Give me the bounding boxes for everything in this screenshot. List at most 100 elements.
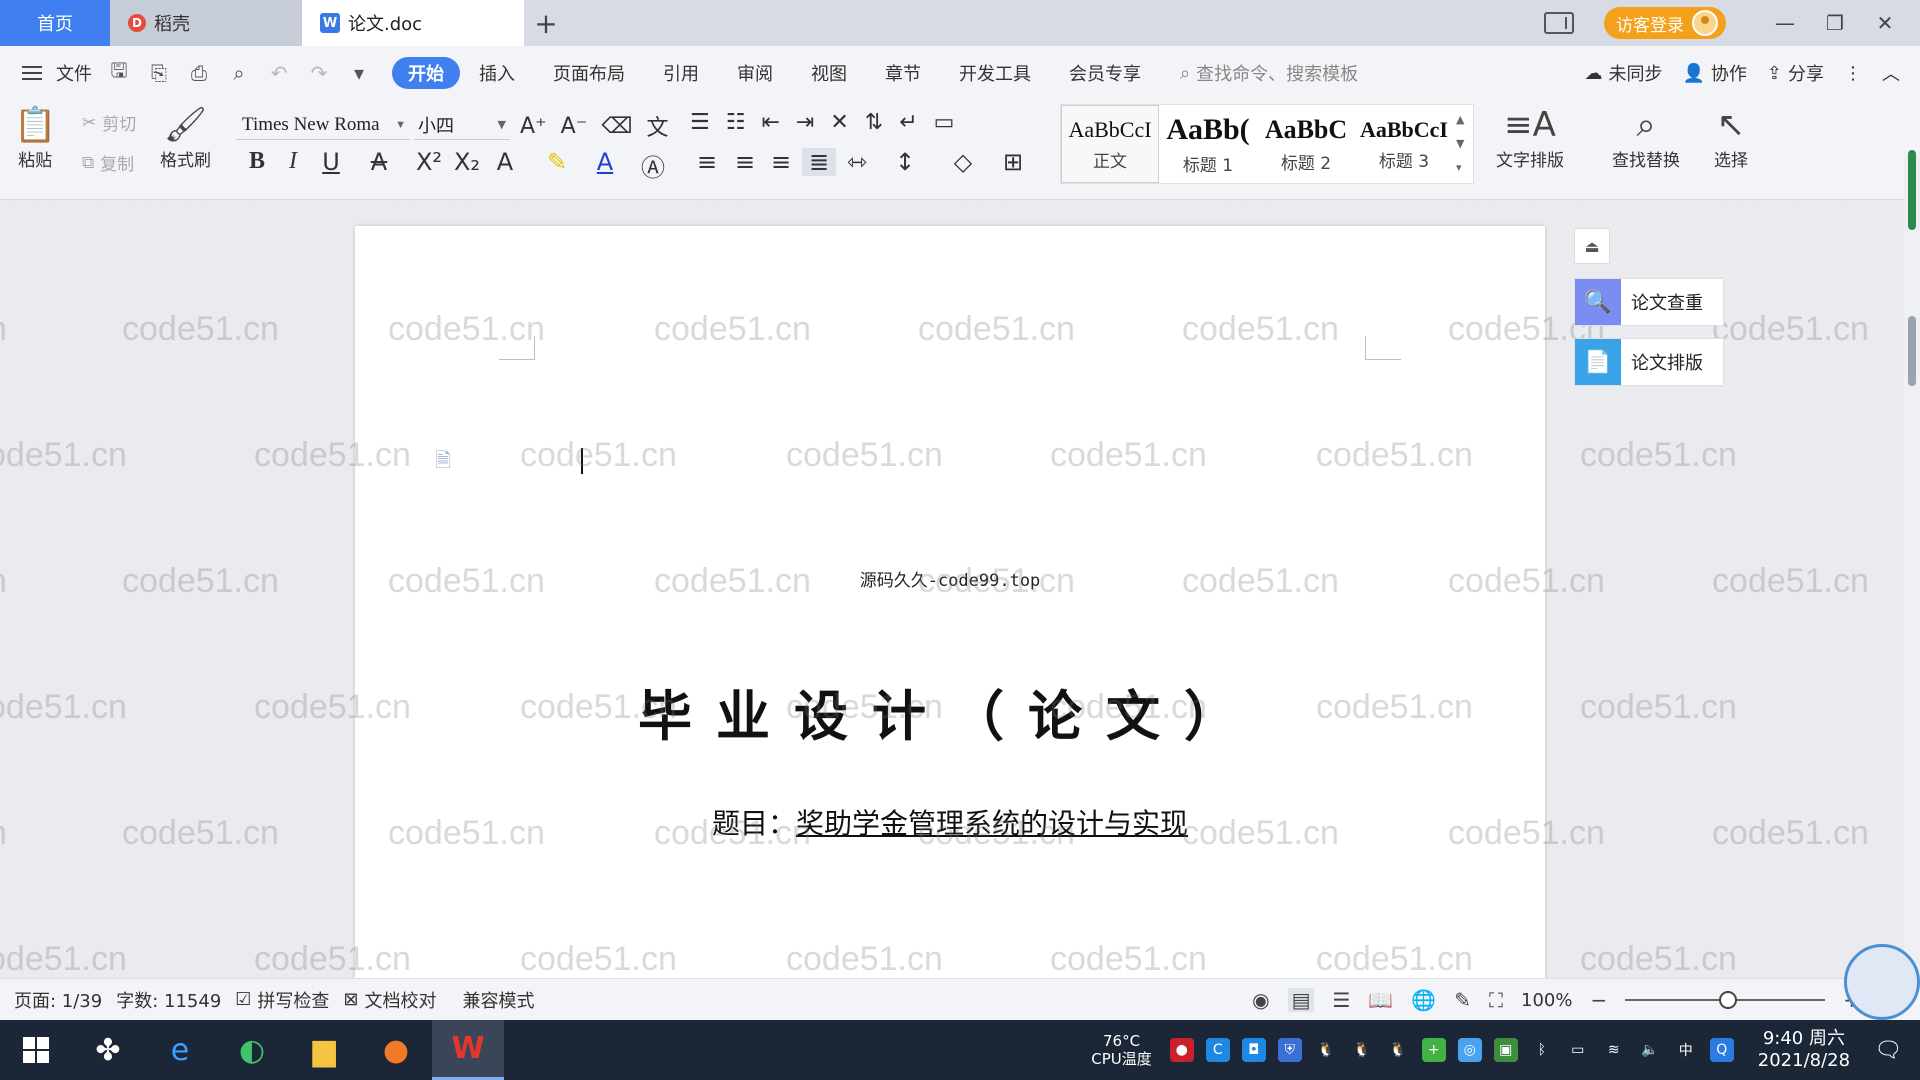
collapse-ribbon-icon[interactable]: ︿ bbox=[1882, 60, 1900, 86]
tab-daoke[interactable]: D 稻壳 bbox=[110, 0, 302, 46]
redo-icon[interactable]: ↷ bbox=[306, 61, 332, 85]
highlight-icon[interactable]: ✎ bbox=[540, 148, 574, 176]
increase-indent-icon[interactable]: ⇥ bbox=[796, 110, 814, 135]
sort-icon[interactable]: ⇅ bbox=[865, 110, 883, 135]
tab-references[interactable]: 引用 bbox=[644, 57, 718, 89]
tray-app-icon[interactable]: ● bbox=[1169, 1038, 1194, 1062]
underline-icon[interactable]: U bbox=[314, 148, 348, 176]
page-indicator[interactable]: 页面: 1/39 bbox=[14, 987, 102, 1013]
superscript-icon[interactable]: X² bbox=[412, 148, 446, 176]
style-heading-3[interactable]: AaBbCcI 标题 3 bbox=[1355, 105, 1453, 183]
grow-font-icon[interactable]: A⁺ bbox=[520, 114, 547, 139]
zoom-out-icon[interactable]: − bbox=[1590, 988, 1607, 1012]
shading-icon[interactable]: ◇ bbox=[946, 148, 980, 176]
print-preview-icon[interactable]: ⌕ bbox=[226, 61, 252, 85]
sync-status-button[interactable]: ☁ 未同步 bbox=[1584, 60, 1662, 86]
char-border-icon[interactable]: Ⓐ bbox=[636, 148, 670, 183]
tab-document[interactable]: W 论文.doc bbox=[302, 0, 524, 46]
window-layout-icon[interactable] bbox=[1544, 12, 1574, 34]
thesis-layout-button[interactable]: 📄 论文排版 bbox=[1574, 338, 1724, 386]
save-icon[interactable]: 🖫 bbox=[106, 56, 132, 90]
qq-icon[interactable]: 🐧 bbox=[1386, 1038, 1410, 1062]
style-heading-1[interactable]: AaBb( 标题 1 bbox=[1159, 105, 1257, 183]
align-right-icon[interactable]: ≡ bbox=[764, 148, 798, 176]
font-name-select[interactable]: Times New Roma ▼ bbox=[236, 110, 410, 140]
outline-view-icon[interactable]: ☰ bbox=[1332, 988, 1350, 1012]
chevron-down-icon[interactable]: ▼ bbox=[1456, 132, 1464, 156]
zoom-slider-knob[interactable] bbox=[1719, 991, 1738, 1009]
battery-icon[interactable]: ▭ bbox=[1566, 1038, 1590, 1062]
collaborate-button[interactable]: 👤 协作 bbox=[1682, 60, 1746, 86]
new-tab-button[interactable]: + bbox=[524, 0, 568, 46]
select-button[interactable]: ↖ 选择 bbox=[1714, 104, 1748, 171]
align-center-icon[interactable]: ≡ bbox=[728, 148, 762, 176]
borders-icon[interactable]: ⊞ bbox=[996, 148, 1030, 176]
zoom-level[interactable]: 100% bbox=[1521, 990, 1572, 1011]
bold-icon[interactable]: B bbox=[240, 148, 274, 175]
cut-button[interactable]: ✂ 剪切 bbox=[82, 110, 136, 136]
paragraph-handle-icon[interactable]: 🗎 bbox=[435, 446, 451, 480]
guest-login-button[interactable]: 访客登录 bbox=[1604, 7, 1726, 39]
format-painter-button[interactable]: 🖌 格式刷 bbox=[160, 104, 211, 171]
tray-app-icon[interactable]: + bbox=[1421, 1038, 1446, 1062]
tab-view[interactable]: 视图 bbox=[792, 57, 866, 89]
close-button[interactable]: ✕ bbox=[1864, 11, 1906, 35]
notification-icon[interactable]: 🗨 bbox=[1874, 1038, 1902, 1063]
style-normal[interactable]: AaBbCcI 正文 bbox=[1061, 105, 1159, 183]
tray-app-icon[interactable]: ◎ bbox=[1457, 1038, 1482, 1062]
taskbar-app-fan[interactable]: ✤ bbox=[72, 1020, 144, 1080]
undo-icon[interactable]: ↶ bbox=[266, 61, 292, 85]
style-heading-2[interactable]: AaBbC 标题 2 bbox=[1257, 105, 1355, 183]
start-button[interactable] bbox=[0, 1020, 72, 1080]
clock[interactable]: 9:40 周六 2021/8/28 bbox=[1758, 1028, 1850, 1072]
copy-button[interactable]: ⧉ 复制 bbox=[82, 150, 134, 176]
eye-protection-icon[interactable]: ◉ bbox=[1252, 988, 1269, 1012]
ime-indicator[interactable]: 中 bbox=[1674, 1038, 1698, 1062]
tab-member[interactable]: 会员专享 bbox=[1050, 57, 1160, 89]
distributed-icon[interactable]: ⇿ bbox=[840, 148, 874, 176]
tab-insert[interactable]: 插入 bbox=[460, 57, 534, 89]
taskbar-app-wps[interactable]: W bbox=[432, 1020, 504, 1080]
taskbar-app-recorder[interactable]: ● bbox=[360, 1020, 432, 1080]
bluetooth-icon[interactable]: ᛒ bbox=[1530, 1038, 1554, 1062]
justify-icon[interactable]: ≣ bbox=[802, 148, 836, 176]
share-button[interactable]: ⇪ 分享 bbox=[1767, 60, 1824, 86]
styles-scroll[interactable]: ▲ ▼ ▾ bbox=[1456, 108, 1464, 180]
taskbar-app-browser[interactable]: ◐ bbox=[216, 1020, 288, 1080]
menu-icon[interactable] bbox=[22, 66, 42, 80]
chinese-layout-icon[interactable]: ✕ bbox=[830, 110, 848, 135]
qq-icon[interactable]: 🐧 bbox=[1314, 1038, 1338, 1062]
chevron-up-icon[interactable]: ▲ bbox=[1456, 108, 1464, 132]
text-layout-button[interactable]: ≡A 文字排版 bbox=[1496, 104, 1564, 171]
subscript-icon[interactable]: X₂ bbox=[450, 148, 484, 176]
line-spacing-icon[interactable]: ↕ bbox=[888, 148, 922, 176]
nvidia-icon[interactable]: ▣ bbox=[1493, 1038, 1518, 1062]
phonetic-guide-icon[interactable]: 文 bbox=[646, 110, 668, 142]
bullet-list-icon[interactable]: ☰ bbox=[690, 110, 710, 135]
italic-icon[interactable]: I bbox=[276, 148, 310, 175]
tab-chapter[interactable]: 章节 bbox=[866, 57, 940, 89]
fit-page-icon[interactable]: ⛶ bbox=[1489, 988, 1503, 1012]
decrease-indent-icon[interactable]: ⇤ bbox=[761, 110, 779, 135]
text-effect-icon[interactable]: A bbox=[488, 148, 522, 176]
tab-developer[interactable]: 开发工具 bbox=[940, 57, 1050, 89]
show-marks-icon[interactable]: ↵ bbox=[899, 110, 917, 135]
print-icon[interactable]: ⎙ bbox=[186, 61, 212, 85]
restore-button[interactable]: ❐ bbox=[1814, 11, 1856, 35]
font-size-select[interactable]: 小四 ▼ bbox=[414, 110, 510, 140]
tray-app-icon[interactable]: Q bbox=[1709, 1038, 1734, 1062]
cpu-temperature[interactable]: 76°C CPU温度 bbox=[1091, 1032, 1152, 1068]
tray-app-icon[interactable]: ◘ bbox=[1241, 1038, 1266, 1062]
clear-format-icon[interactable]: ⌫ bbox=[601, 114, 632, 139]
find-replace-button[interactable]: ⌕ 查找替换 bbox=[1612, 104, 1680, 171]
thesis-check-button[interactable]: 🔍 论文查重 bbox=[1574, 278, 1724, 326]
command-search[interactable]: ⌕ 查找命令、搜索模板 bbox=[1180, 60, 1358, 86]
page-view-icon[interactable]: ▤ bbox=[1287, 988, 1315, 1012]
expand-icon[interactable]: ▾ bbox=[1456, 156, 1464, 180]
zoom-slider[interactable] bbox=[1625, 991, 1826, 1009]
tab-home[interactable]: 首页 bbox=[0, 0, 110, 46]
edit-icon[interactable]: ✎ bbox=[1454, 988, 1471, 1012]
align-left-icon[interactable]: ≡ bbox=[690, 148, 724, 176]
export-icon[interactable]: ⎘ bbox=[146, 61, 172, 85]
tray-app-icon[interactable]: C bbox=[1205, 1038, 1230, 1062]
